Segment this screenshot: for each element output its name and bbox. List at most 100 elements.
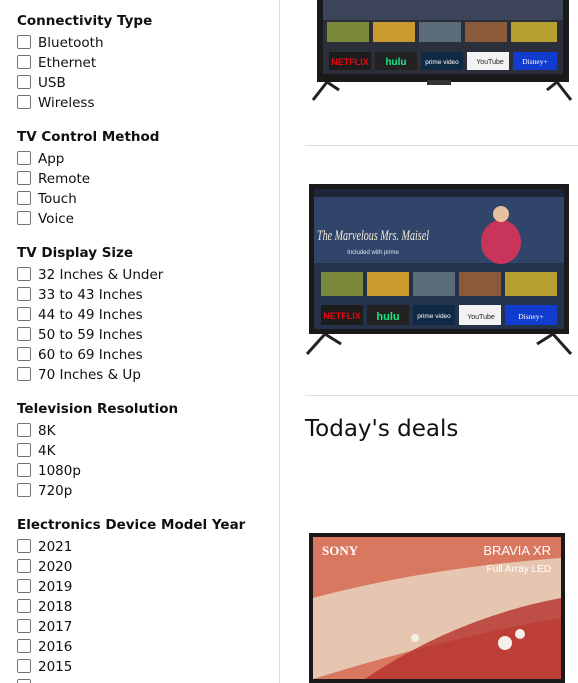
checkbox[interactable] <box>17 35 31 49</box>
filter-option-label: 44 to 49 Inches <box>38 307 143 323</box>
filter-option-label: 8K <box>38 423 56 439</box>
filter-group-title: Connectivity Type <box>17 13 153 29</box>
product-image-tv-1[interactable]: NETFLIX hulu prime video YouTube Disney+ <box>305 0 578 110</box>
checkbox[interactable] <box>17 211 31 225</box>
filter-option-32-and-under[interactable]: 32 Inches & Under <box>17 267 163 287</box>
filter-option-remote[interactable]: Remote <box>17 171 159 191</box>
filter-group-resolution: Television Resolution 8K 4K 1080p 720p <box>17 400 178 503</box>
filter-group-connectivity: Connectivity Type Bluetooth Ethernet USB… <box>17 12 152 115</box>
filter-option-2015[interactable]: 2015 <box>17 659 245 679</box>
tv-stand-center <box>427 80 451 85</box>
content-tile <box>465 22 507 42</box>
checkbox[interactable] <box>17 307 31 321</box>
filter-option-ethernet[interactable]: Ethernet <box>17 55 152 75</box>
checkbox[interactable] <box>17 599 31 613</box>
checkbox[interactable] <box>17 639 31 653</box>
tv-stand-right <box>536 332 573 356</box>
content-tile <box>459 272 501 296</box>
filter-group-title: TV Display Size <box>17 245 134 261</box>
checkbox[interactable] <box>17 191 31 205</box>
filter-option-wireless[interactable]: Wireless <box>17 95 152 115</box>
product-image-tv-2[interactable]: The Marvelous Mrs. Maisel Included with … <box>305 178 578 362</box>
checkbox[interactable] <box>17 367 31 381</box>
app-tile-prime-label: prime video <box>425 59 459 66</box>
filter-option-44-to-49[interactable]: 44 to 49 Inches <box>17 307 143 327</box>
screen-bead <box>515 629 525 639</box>
checkbox[interactable] <box>17 443 31 457</box>
filter-group-title: Television Resolution <box>17 401 179 417</box>
tv-model-label: BRAVIA XR <box>483 543 551 558</box>
filter-option-label: 1080p <box>38 463 81 479</box>
filter-option-label: 2018 <box>38 599 73 615</box>
filter-option-60-to-69[interactable]: 60 to 69 Inches <box>17 347 143 367</box>
app-tile-netflix-label: NETFLIX <box>331 57 369 67</box>
checkbox[interactable] <box>17 483 31 497</box>
checkbox[interactable] <box>17 347 31 361</box>
checkbox[interactable] <box>17 287 31 301</box>
filter-option-4k[interactable]: 4K <box>17 443 178 463</box>
app-tile-youtube-label: YouTube <box>476 59 504 66</box>
filter-option-partial[interactable] <box>17 679 245 683</box>
filter-option-2016[interactable]: 2016 <box>17 639 245 659</box>
filter-option-label: Touch <box>38 191 77 207</box>
filter-option-50-to-59[interactable]: 50 to 59 Inches <box>17 327 143 347</box>
checkbox[interactable] <box>17 619 31 633</box>
app-tile-disney-label: Disney+ <box>518 312 543 321</box>
tv-illustration: NETFLIX hulu prime video YouTube Disney+ <box>311 0 573 101</box>
filter-option-label: Wireless <box>38 95 95 111</box>
filter-option-app[interactable]: App <box>17 151 159 171</box>
app-tile-netflix-label: NETFLIX <box>323 311 361 321</box>
checkbox[interactable] <box>17 679 31 683</box>
result-divider <box>305 395 578 396</box>
checkbox[interactable] <box>17 539 31 553</box>
product-image-tv-sony[interactable]: SONY BRAVIA XR Full Array LED <box>305 528 578 683</box>
filter-option-label: 50 to 59 Inches <box>38 327 143 343</box>
checkbox[interactable] <box>17 267 31 281</box>
filter-option-bluetooth[interactable]: Bluetooth <box>17 35 152 55</box>
filter-option-voice[interactable]: Voice <box>17 211 159 231</box>
checkbox[interactable] <box>17 579 31 593</box>
filter-option-label: Bluetooth <box>38 35 104 51</box>
filter-option-33-to-43[interactable]: 33 to 43 Inches <box>17 287 143 307</box>
show-title: The Marvelous Mrs. Maisel <box>317 228 429 244</box>
filter-option-2018[interactable]: 2018 <box>17 599 245 619</box>
filter-option-2020[interactable]: 2020 <box>17 559 245 579</box>
checkbox[interactable] <box>17 327 31 341</box>
filter-option-label: App <box>38 151 65 167</box>
content-tile <box>373 22 415 42</box>
filter-option-2017[interactable]: 2017 <box>17 619 245 639</box>
result-divider <box>305 145 578 146</box>
filter-option-2019[interactable]: 2019 <box>17 579 245 599</box>
filter-option-label: 2016 <box>38 639 73 655</box>
checkbox[interactable] <box>17 75 31 89</box>
filter-option-1080p[interactable]: 1080p <box>17 463 178 483</box>
filter-option-touch[interactable]: Touch <box>17 191 159 211</box>
checkbox[interactable] <box>17 171 31 185</box>
filter-option-usb[interactable]: USB <box>17 75 152 95</box>
checkbox[interactable] <box>17 659 31 673</box>
tv-illustration: The Marvelous Mrs. Maisel Included with … <box>305 184 573 356</box>
screen-bead <box>411 634 419 642</box>
content-tile <box>511 22 557 42</box>
show-tagline: Included with prime <box>347 250 399 256</box>
filter-option-70-and-up[interactable]: 70 Inches & Up <box>17 367 141 387</box>
checkbox[interactable] <box>17 423 31 437</box>
checkbox[interactable] <box>17 95 31 109</box>
filter-option-8k[interactable]: 8K <box>17 423 178 443</box>
checkbox[interactable] <box>17 463 31 477</box>
tv-stand-right <box>546 80 573 101</box>
app-tile-youtube-label: YouTube <box>467 314 495 321</box>
filter-option-label: 4K <box>38 443 56 459</box>
filter-option-label: 720p <box>38 483 73 499</box>
tv-brand-logo: SONY <box>322 543 359 558</box>
filter-option-720p[interactable]: 720p <box>17 483 178 503</box>
checkbox[interactable] <box>17 55 31 69</box>
filter-option-2021[interactable]: 2021 <box>17 539 245 559</box>
tv-illustration: SONY BRAVIA XR Full Array LED <box>309 533 565 683</box>
filter-option-label: Voice <box>38 211 74 227</box>
tv-stand-left <box>311 80 340 101</box>
filter-option-label: 32 Inches & Under <box>38 267 164 283</box>
filter-group-display-size: TV Display Size 32 Inches & Under 33 to … <box>17 244 163 387</box>
checkbox[interactable] <box>17 559 31 573</box>
checkbox[interactable] <box>17 151 31 165</box>
